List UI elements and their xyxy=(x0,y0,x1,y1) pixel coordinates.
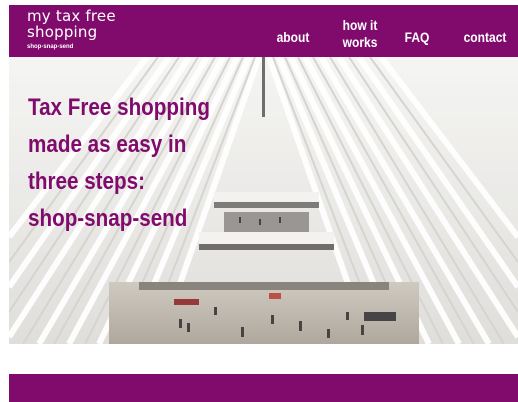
hero-headline: Tax Free shopping made as easy in three … xyxy=(28,94,210,232)
nav-link-contact[interactable]: contact xyxy=(460,29,510,46)
nav-link-how-it-works[interactable]: how it works xyxy=(339,17,382,51)
site-logo[interactable]: my tax free shopping shop-snap-send xyxy=(27,8,116,50)
site-header: my tax free shopping shop-snap-send abou… xyxy=(9,5,518,57)
logo-tagline: shop-snap-send xyxy=(27,44,74,50)
nav-link-about[interactable]: about xyxy=(274,29,312,46)
page: my tax free shopping shop-snap-send abou… xyxy=(0,0,518,402)
section-band xyxy=(9,374,518,402)
logo-title: my tax free shopping xyxy=(27,7,116,41)
hero-section: Tax Free shopping made as easy in three … xyxy=(9,57,518,344)
nav-link-faq[interactable]: FAQ xyxy=(400,29,434,46)
